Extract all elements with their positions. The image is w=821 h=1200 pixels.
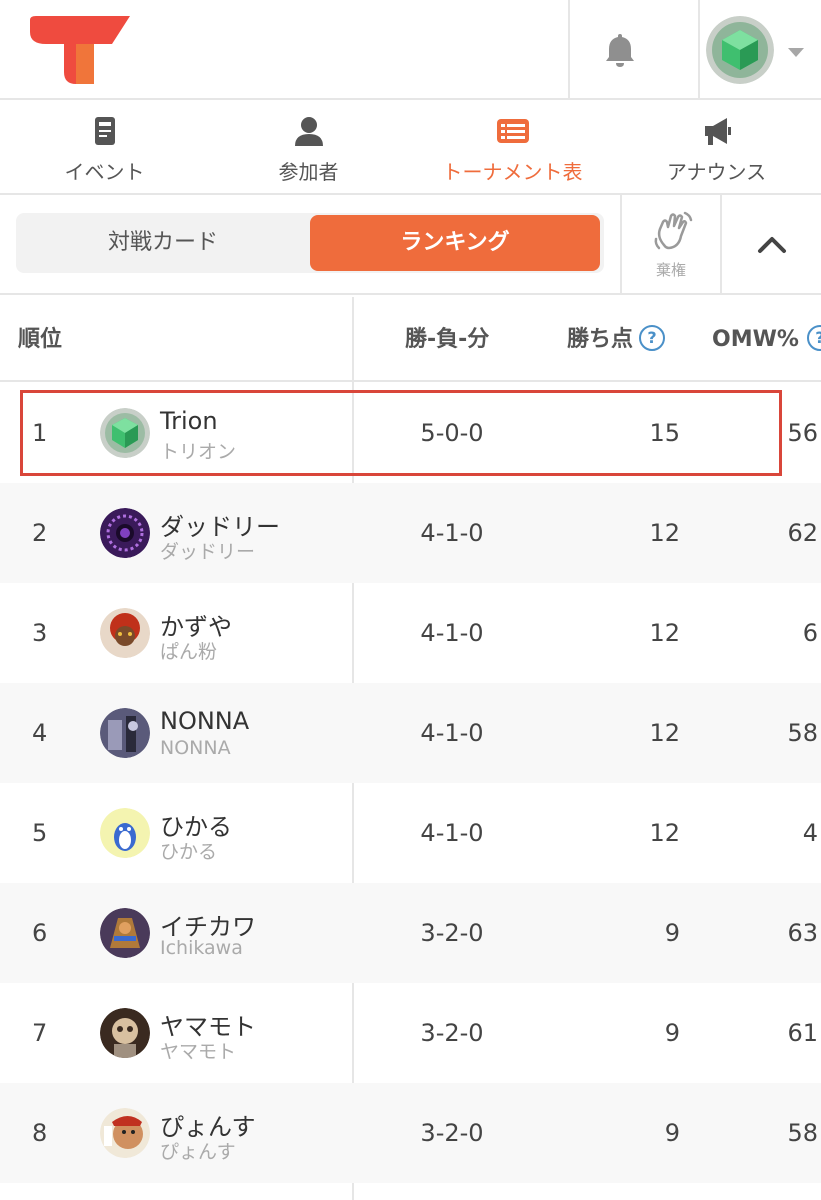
tab-bracket[interactable]: トーナメント表 (410, 100, 615, 193)
person-icon (294, 117, 323, 146)
rank-cell: 6 (32, 919, 48, 947)
rank-cell: 3 (32, 619, 48, 647)
rank-cell: 7 (32, 1019, 48, 1047)
header-points-label: 勝ち点 (567, 327, 634, 352)
app-header (0, 0, 821, 100)
hand-wave-icon (654, 211, 693, 250)
points-cell: 12 (649, 619, 680, 647)
drop-label: 棄権 (655, 261, 686, 279)
avatar (100, 708, 150, 758)
player-subname: NONNA (160, 737, 231, 759)
table-row[interactable]: 5 ひかる ひかる 4-1-0 12 4 (0, 783, 821, 883)
user-avatar[interactable] (706, 16, 774, 84)
help-icon[interactable]: ? (639, 325, 666, 351)
avatar (100, 908, 150, 958)
rank-cell: 8 (32, 1119, 48, 1147)
points-cell: 9 (664, 1019, 680, 1047)
table-row[interactable]: 3 かずや ぱん粉 4-1-0 12 6 (0, 583, 821, 683)
tab-event[interactable]: イベント (2, 100, 207, 193)
tab-announce[interactable]: アナウンス (614, 100, 819, 193)
record-cell: 3-2-0 (420, 1019, 484, 1047)
avatar (100, 808, 150, 858)
view-toolbar: 対戦カード ランキング 棄権 (0, 195, 821, 295)
points-cell: 9 (664, 1119, 680, 1147)
bracket-icon (496, 119, 529, 143)
player-subname: ぴょんす (160, 1141, 236, 1163)
segment-ranking[interactable]: ランキング (310, 215, 600, 271)
table-row[interactable]: 6 イチカワ Ichikawa 3-2-0 9 63 (0, 883, 821, 983)
segment-matchups[interactable]: 対戦カード (16, 213, 310, 273)
megaphone-icon (704, 118, 731, 145)
record-cell: 3-2-0 (420, 1119, 484, 1147)
rank-cell: 4 (32, 719, 48, 747)
points-cell: 9 (664, 919, 680, 947)
rank-cell: 5 (32, 819, 48, 847)
points-cell: 12 (649, 719, 680, 747)
points-cell: 12 (649, 519, 680, 547)
player-subname: ひかる (160, 841, 218, 863)
omw-cell: 6 (802, 619, 818, 647)
player-name: NONNA (160, 707, 250, 735)
tab-participants[interactable]: 参加者 (206, 100, 411, 193)
player-subname: Ichikawa (160, 937, 243, 959)
record-cell: 4-1-0 (420, 519, 484, 547)
header-rank: 順位 (18, 327, 63, 352)
ranking-table-header: 順位 勝-負-分 勝ち点? OMW%? (0, 297, 821, 382)
avatar (100, 608, 150, 658)
player-subname: ぱん粉 (160, 641, 218, 663)
header-points: 勝ち点? (567, 297, 666, 382)
document-icon (94, 117, 115, 145)
help-icon[interactable]: ? (806, 325, 821, 351)
table-row[interactable]: 2 ダッドリー ダッドリー 4-1-0 12 62 (0, 483, 821, 583)
points-cell: 12 (649, 819, 680, 847)
record-cell: 4-1-0 (420, 619, 484, 647)
omw-cell: 58 (787, 719, 818, 747)
omw-cell: 4 (802, 819, 818, 847)
avatar (100, 1008, 150, 1058)
brand-logo[interactable] (28, 14, 132, 86)
tab-event-label: イベント (64, 160, 145, 184)
table-row[interactable]: 8 ぴょんす ぴょんす 3-2-0 9 58 (0, 1083, 821, 1183)
chevron-up-icon[interactable] (752, 229, 792, 259)
rank-cell: 2 (32, 519, 48, 547)
omw-cell: 63 (787, 919, 818, 947)
record-cell: 3-2-0 (420, 919, 484, 947)
bell-icon[interactable] (600, 30, 640, 70)
tab-participants-label: 参加者 (278, 160, 339, 184)
record-cell: 4-1-0 (420, 719, 484, 747)
header-omw: OMW%? (712, 297, 821, 382)
drop-button[interactable]: 棄権 (620, 195, 722, 295)
header-omw-label: OMW% (712, 327, 799, 352)
avatar (100, 1108, 150, 1158)
player-subname: ヤマモト (160, 1041, 237, 1063)
avatar (100, 508, 150, 558)
omw-cell: 62 (787, 519, 818, 547)
omw-cell: 61 (787, 1019, 818, 1047)
caret-down-icon[interactable] (788, 48, 804, 57)
table-row[interactable]: 4 NONNA NONNA 4-1-0 12 58 (0, 683, 821, 783)
header-record: 勝-負-分 (405, 327, 490, 352)
tab-bracket-label: トーナメント表 (442, 160, 583, 184)
current-player-highlight (20, 390, 782, 476)
table-row[interactable]: 7 ヤマモト ヤマモト 3-2-0 9 61 (0, 983, 821, 1083)
record-cell: 4-1-0 (420, 819, 484, 847)
tab-announce-label: アナウンス (666, 160, 767, 184)
omw-cell: 58 (787, 1119, 818, 1147)
view-segment: 対戦カード ランキング (16, 213, 604, 273)
player-subname: ダッドリー (160, 541, 256, 563)
main-nav: イベント 参加者 トーナメント表 アナウンス (0, 100, 821, 195)
